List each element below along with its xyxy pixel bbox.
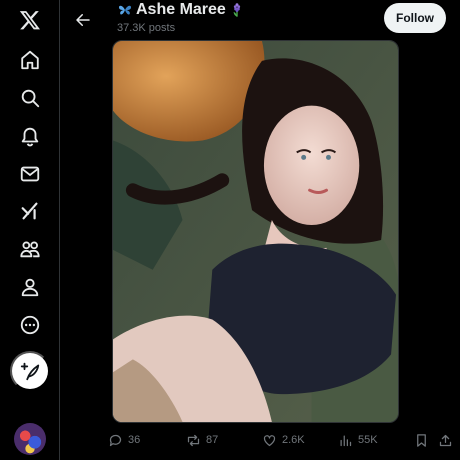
feather-plus-icon [20,362,40,381]
share-button[interactable] [438,428,453,452]
reply-button[interactable]: 36 [108,428,140,452]
compose-post-button[interactable] [10,351,50,391]
repost-button[interactable]: 87 [186,428,218,452]
hyacinth-icon [233,3,240,17]
post-action-bar: 36 87 2.6K 55K [98,428,460,452]
person-icon [21,278,39,297]
reply-icon [109,434,122,446]
x-logo-icon[interactable] [10,0,50,40]
photo-illustration [113,41,398,422]
sidebar-item-explore[interactable] [10,78,50,118]
heart-icon [263,434,276,446]
people-icon [20,241,40,258]
arrow-left-icon [76,14,90,26]
views-button[interactable]: 55K [338,428,378,452]
sidebar-item-grok[interactable] [10,191,50,231]
reply-count: 36 [128,434,141,446]
title-row: Ashe Maree [117,1,245,19]
butterfly-icon [119,5,131,15]
account-avatar[interactable] [14,423,46,455]
sidebar-item-messages[interactable] [10,154,50,194]
share-icon [439,434,452,446]
more-circle-icon [20,315,40,335]
sidebar-item-more[interactable] [10,305,50,345]
sidebar-item-home[interactable] [10,40,50,80]
bell-icon [21,127,39,147]
sidebar [0,0,60,460]
post-count: 37.3K posts [117,22,176,34]
sidebar-item-profile[interactable] [10,267,50,307]
sidebar-item-communities[interactable] [10,229,50,269]
search-icon [21,89,40,108]
grok-icon [21,202,38,220]
post-photo[interactable] [112,40,399,423]
sidebar-item-notifications[interactable] [10,116,50,156]
repost-count: 87 [206,434,219,446]
profile-header: Ashe Maree 37.3K posts Follow [61,0,460,40]
views-count: 55K [358,434,378,446]
repost-icon [187,434,200,446]
bar-chart-icon [340,435,352,446]
like-button[interactable]: 2.6K [262,428,305,452]
envelope-icon [20,166,40,182]
home-icon [21,50,39,70]
like-count: 2.6K [282,434,305,446]
bookmark-icon [417,433,426,447]
page-title: Ashe Maree [136,1,226,18]
back-button[interactable] [67,4,99,36]
bookmark-button[interactable] [414,428,429,452]
follow-button[interactable]: Follow [384,3,446,33]
